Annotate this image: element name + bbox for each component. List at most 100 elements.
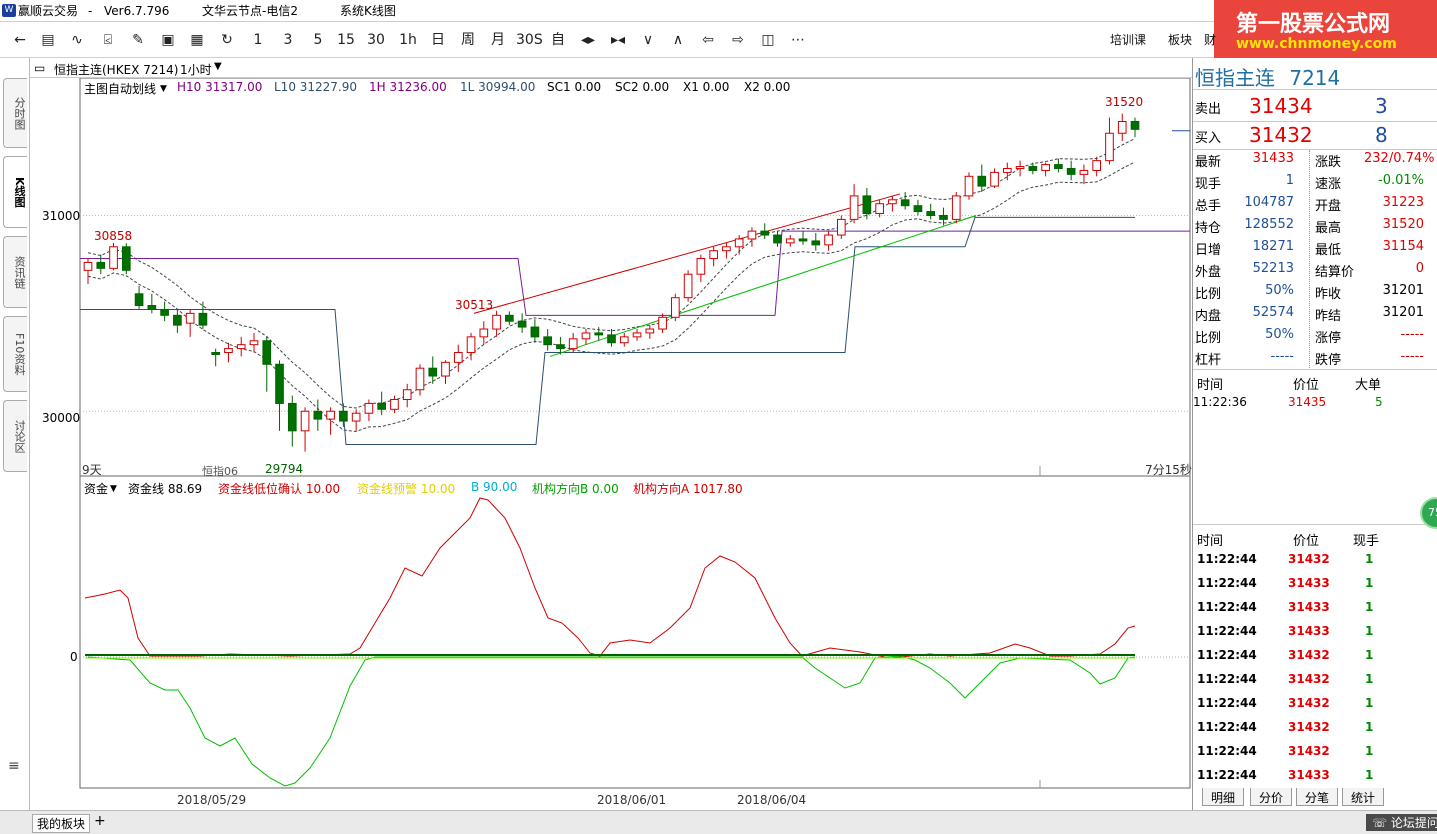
arrow-left-icon[interactable]: ⇦ — [698, 30, 718, 50]
period-custom[interactable]: 自 — [548, 30, 568, 50]
tick-price: 31433 — [1288, 624, 1330, 638]
quote-value: 232/0.74% — [1364, 151, 1435, 166]
x-date-3: 2018/06/04 — [737, 793, 807, 807]
sub-param-dira: 机构方向A 1017.80 — [633, 482, 743, 496]
period-30m[interactable]: 30 — [366, 30, 386, 50]
draw-tool-icon[interactable]: ✎ — [128, 30, 148, 50]
quote-value: 31201 — [1382, 305, 1424, 320]
candle-up — [1015, 166, 1025, 169]
quote-value: 52574 — [1252, 305, 1294, 320]
menu-icon[interactable]: ≡ — [8, 758, 20, 774]
link-finance[interactable]: 财 — [1204, 31, 1216, 48]
period-15m[interactable]: 15 — [336, 30, 356, 50]
app-version: Ver6.7.796 — [104, 4, 170, 18]
link-training[interactable]: 培训课 — [1110, 31, 1146, 48]
arrow-right-icon[interactable]: ⇨ — [728, 30, 748, 50]
more-icon[interactable]: ⋯ — [788, 30, 808, 50]
chevron-down-icon[interactable]: ∨ — [638, 30, 658, 50]
bigorder-volume: 5 — [1375, 395, 1383, 409]
quote-label: 结算价 — [1315, 265, 1355, 280]
bottom-bar: 我的板块 + ☏ 论坛提问 — [0, 810, 1437, 834]
tab-price-dist[interactable]: 分价 — [1250, 788, 1293, 806]
candle-up — [364, 402, 374, 414]
compress-icon[interactable]: ▸◂ — [608, 30, 628, 50]
link-sector[interactable]: 板块 — [1168, 31, 1192, 48]
tick-header-volume: 现手 — [1353, 534, 1380, 549]
period-3m[interactable]: 3 — [278, 30, 298, 50]
zoom-h-icon[interactable]: ◂▸ — [578, 30, 598, 50]
watermark-url: www.chnmoney.com — [1236, 36, 1397, 52]
range-days: 9天 — [82, 463, 102, 477]
param-sc2: SC2 0.00 — [615, 80, 670, 94]
tab-forum[interactable]: 讨论区 — [3, 400, 27, 472]
quote-value: 31520 — [1382, 217, 1424, 232]
contract-name[interactable]: 恒指主连(HKEX 7214) — [54, 61, 178, 78]
bigorder-time: 11:22:36 — [1193, 395, 1247, 409]
tab-f10[interactable]: F10资料 — [3, 316, 27, 392]
tick-price: 31432 — [1288, 552, 1330, 566]
my-block-tab[interactable]: 我的板块 — [32, 814, 91, 833]
quote-label: 跌停 — [1315, 353, 1342, 368]
tick-time: 11:22:44 — [1197, 744, 1257, 758]
tab-timeshare[interactable]: 分时图 — [3, 78, 27, 148]
quote-value: 128552 — [1244, 217, 1294, 232]
chevron-up-icon[interactable]: ∧ — [668, 30, 688, 50]
sub-param-fund: 资金线 88.69 — [128, 482, 203, 496]
chevron-down-icon[interactable]: ▼ — [214, 61, 222, 72]
list-view-icon[interactable]: ▤ — [38, 30, 58, 50]
candle-down — [900, 199, 910, 207]
candle-up — [951, 195, 961, 220]
period-5m[interactable]: 5 — [308, 30, 328, 50]
forum-ask-label: 论坛提问 — [1390, 816, 1437, 830]
indicator-icon[interactable]: ▣ — [158, 30, 178, 50]
tick-header-time: 时间 — [1197, 534, 1224, 549]
tick-price: 31432 — [1288, 648, 1330, 662]
layout-grid-icon[interactable]: ◫ — [758, 30, 778, 50]
period-select[interactable]: 1小时 — [180, 61, 212, 78]
refresh-icon[interactable]: ↻ — [217, 30, 237, 50]
y-label-30000: 30000 — [42, 411, 81, 425]
tick-time: 11:22:44 — [1197, 552, 1257, 566]
candle-down — [543, 336, 552, 346]
quote-value: ----- — [1400, 327, 1424, 342]
back-arrow-icon[interactable]: ← — [10, 30, 30, 50]
ask-price[interactable]: 31434 — [1249, 94, 1313, 118]
tick-volume: 1 — [1365, 552, 1374, 566]
quote-value: 1 — [1285, 173, 1294, 188]
quote-value: 50% — [1265, 327, 1294, 342]
tab-detail[interactable]: 明细 — [1202, 788, 1245, 806]
candle-down — [198, 312, 208, 326]
candle-down — [939, 214, 948, 220]
contract-toggle-icon[interactable]: ▭ — [34, 61, 45, 75]
param-1h: 1H 31236.00 — [369, 80, 447, 94]
period-week[interactable]: 周 — [458, 30, 478, 50]
period-day[interactable]: 日 — [428, 30, 448, 50]
quote-value: 31223 — [1382, 195, 1424, 210]
sub-indicator-name[interactable]: 资金 — [84, 480, 108, 497]
tab-news[interactable]: 资讯链 — [3, 236, 27, 308]
main-indicator-name[interactable]: 主图自动划线 — [84, 80, 156, 97]
chevron-down-icon[interactable]: ▼ — [110, 484, 117, 494]
tick-time: 11:22:44 — [1197, 672, 1257, 686]
candle-down — [594, 332, 604, 336]
period-30s[interactable]: 30S — [516, 30, 543, 50]
tab-kline[interactable]: K线图 — [3, 156, 27, 228]
forum-ask-button[interactable]: ☏ 论坛提问 — [1366, 814, 1437, 831]
chevron-down-icon[interactable]: ▼ — [160, 84, 167, 94]
quote-label: 涨跌 — [1315, 155, 1342, 170]
line-chart-icon[interactable]: ∿ — [67, 30, 87, 50]
tab-stats[interactable]: 统计 — [1342, 788, 1385, 806]
candle-up — [441, 361, 450, 377]
save-icon[interactable]: ▦ — [187, 30, 207, 50]
period-month[interactable]: 月 — [488, 30, 508, 50]
period-1m[interactable]: 1 — [248, 30, 268, 50]
tick-volume: 1 — [1365, 576, 1374, 590]
candle-icon[interactable]: ⍃ — [98, 30, 118, 50]
candle-up — [632, 332, 642, 338]
candle-down — [160, 308, 169, 316]
bid-price[interactable]: 31432 — [1249, 123, 1313, 147]
period-1h[interactable]: 1h — [398, 30, 418, 50]
add-block-button[interactable]: + — [94, 813, 106, 829]
tab-ticks[interactable]: 分笔 — [1296, 788, 1339, 806]
chart-area[interactable]: 主图自动划线 ▼ H10 31317.00 L10 31227.90 1H 31… — [30, 78, 1192, 808]
